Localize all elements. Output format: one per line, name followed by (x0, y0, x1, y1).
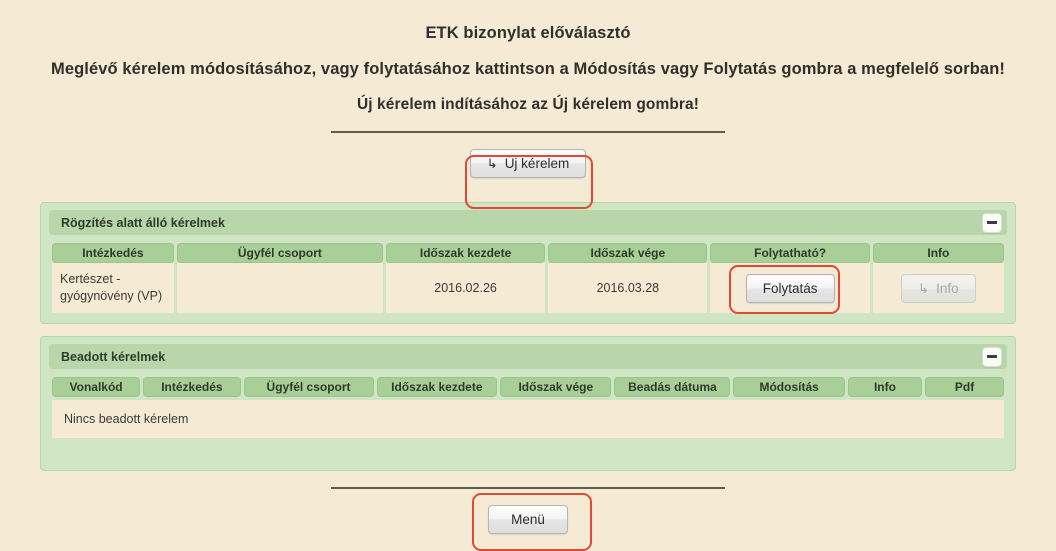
page-header: ETK bizonylat előválasztó Meglévő kérele… (0, 0, 1056, 133)
cell-ugyfel-csoport (176, 263, 383, 313)
column-header-intezkedes[interactable]: Intézkedés (52, 243, 174, 263)
column-header-info[interactable]: Info (872, 243, 1004, 263)
bottom-divider (331, 487, 725, 489)
column-header-ugyfel-csoport[interactable]: Ügyfél csoport (176, 243, 383, 263)
table-header-row: Intézkedés Ügyfél csoport Időszak kezdet… (52, 243, 1004, 263)
minus-icon[interactable] (982, 346, 1002, 367)
table-row: Kertészet - gyógynövény (VP) 2016.02.26 … (52, 263, 1004, 314)
panel-submitted-header: Beadott kérelmek (49, 344, 1007, 369)
column-header-pdf[interactable]: Pdf (925, 377, 1004, 397)
cell-folytathato: Folytatás (710, 263, 870, 314)
panel-in-progress-header: Rögzítés alatt álló kérelmek (49, 210, 1007, 235)
cell-idoszak-vege: 2016.03.28 (548, 263, 708, 313)
column-header-info[interactable]: Info (847, 377, 923, 397)
arrow-enter-icon: ↳ (486, 156, 498, 171)
column-header-modositas[interactable]: Módosítás (733, 377, 845, 397)
column-header-folytathato[interactable]: Folytatható? (710, 243, 870, 263)
new-request-button-label: Új kérelem (504, 156, 570, 171)
page-instruction-primary: Meglévő kérelem módosításához, vagy foly… (51, 60, 1005, 78)
column-header-idoszak-vege[interactable]: Időszak vége (548, 243, 708, 263)
bottom-divider-wrap (0, 471, 1056, 489)
cell-info: ↳ Info (872, 263, 1004, 313)
column-header-intezkedes[interactable]: Intézkedés (143, 377, 241, 397)
continue-button[interactable]: Folytatás (745, 273, 835, 303)
panel-submitted-spacer (49, 438, 1007, 460)
column-header-idoszak-kezdete[interactable]: Időszak kezdete (385, 243, 546, 263)
column-header-idoszak-kezdete[interactable]: Időszak kezdete (376, 377, 498, 397)
arrow-enter-icon: ↳ (918, 280, 930, 296)
menu-row: Menü (0, 493, 1056, 551)
column-header-ugyfel-csoport[interactable]: Ügyfél csoport (243, 377, 374, 397)
table-in-progress: Intézkedés Ügyfél csoport Időszak kezdet… (49, 243, 1007, 314)
continue-button-wrap: Folytatás (728, 264, 840, 314)
top-divider-wrap (0, 114, 1056, 133)
top-divider (331, 131, 725, 133)
column-header-idoszak-vege[interactable]: Időszak vége (500, 377, 612, 397)
page-instruction-secondary: Új kérelem indításához az Új kérelem gom… (356, 96, 700, 113)
page-title: ETK bizonylat előválasztó (425, 24, 631, 42)
minus-glyph (987, 221, 997, 224)
empty-state-message: Nincs beadott kérelem (52, 400, 1004, 438)
panel-in-progress-title: Rögzítés alatt álló kérelmek (61, 215, 225, 230)
page-footer: Menü (0, 471, 1056, 551)
info-button[interactable]: ↳ Info (901, 273, 976, 303)
new-request-row: ↳ Új kérelem (0, 149, 1056, 209)
info-button-label: Info (936, 280, 959, 296)
minus-glyph (987, 355, 997, 358)
cell-intezkedes: Kertészet - gyógynövény (VP) (52, 263, 174, 313)
column-header-vonalkod[interactable]: Vonalkód (52, 377, 141, 397)
cell-idoszak-kezdete: 2016.02.26 (385, 263, 546, 313)
minus-icon[interactable] (982, 212, 1002, 233)
panel-in-progress: Rögzítés alatt álló kérelmek Intézkedés … (40, 202, 1016, 324)
panel-submitted-title: Beadott kérelmek (61, 349, 166, 364)
menu-button[interactable]: Menü (488, 505, 568, 534)
table-submitted: Vonalkód Intézkedés Ügyfél csoport Idősz… (49, 377, 1007, 397)
table-header-row: Vonalkód Intézkedés Ügyfél csoport Idősz… (52, 377, 1004, 397)
panel-submitted: Beadott kérelmek Vonalkód Intézkedés Ügy… (40, 336, 1016, 471)
column-header-beadas-datuma[interactable]: Beadás dátuma (614, 377, 731, 397)
new-request-button[interactable]: ↳ Új kérelem (469, 149, 587, 178)
